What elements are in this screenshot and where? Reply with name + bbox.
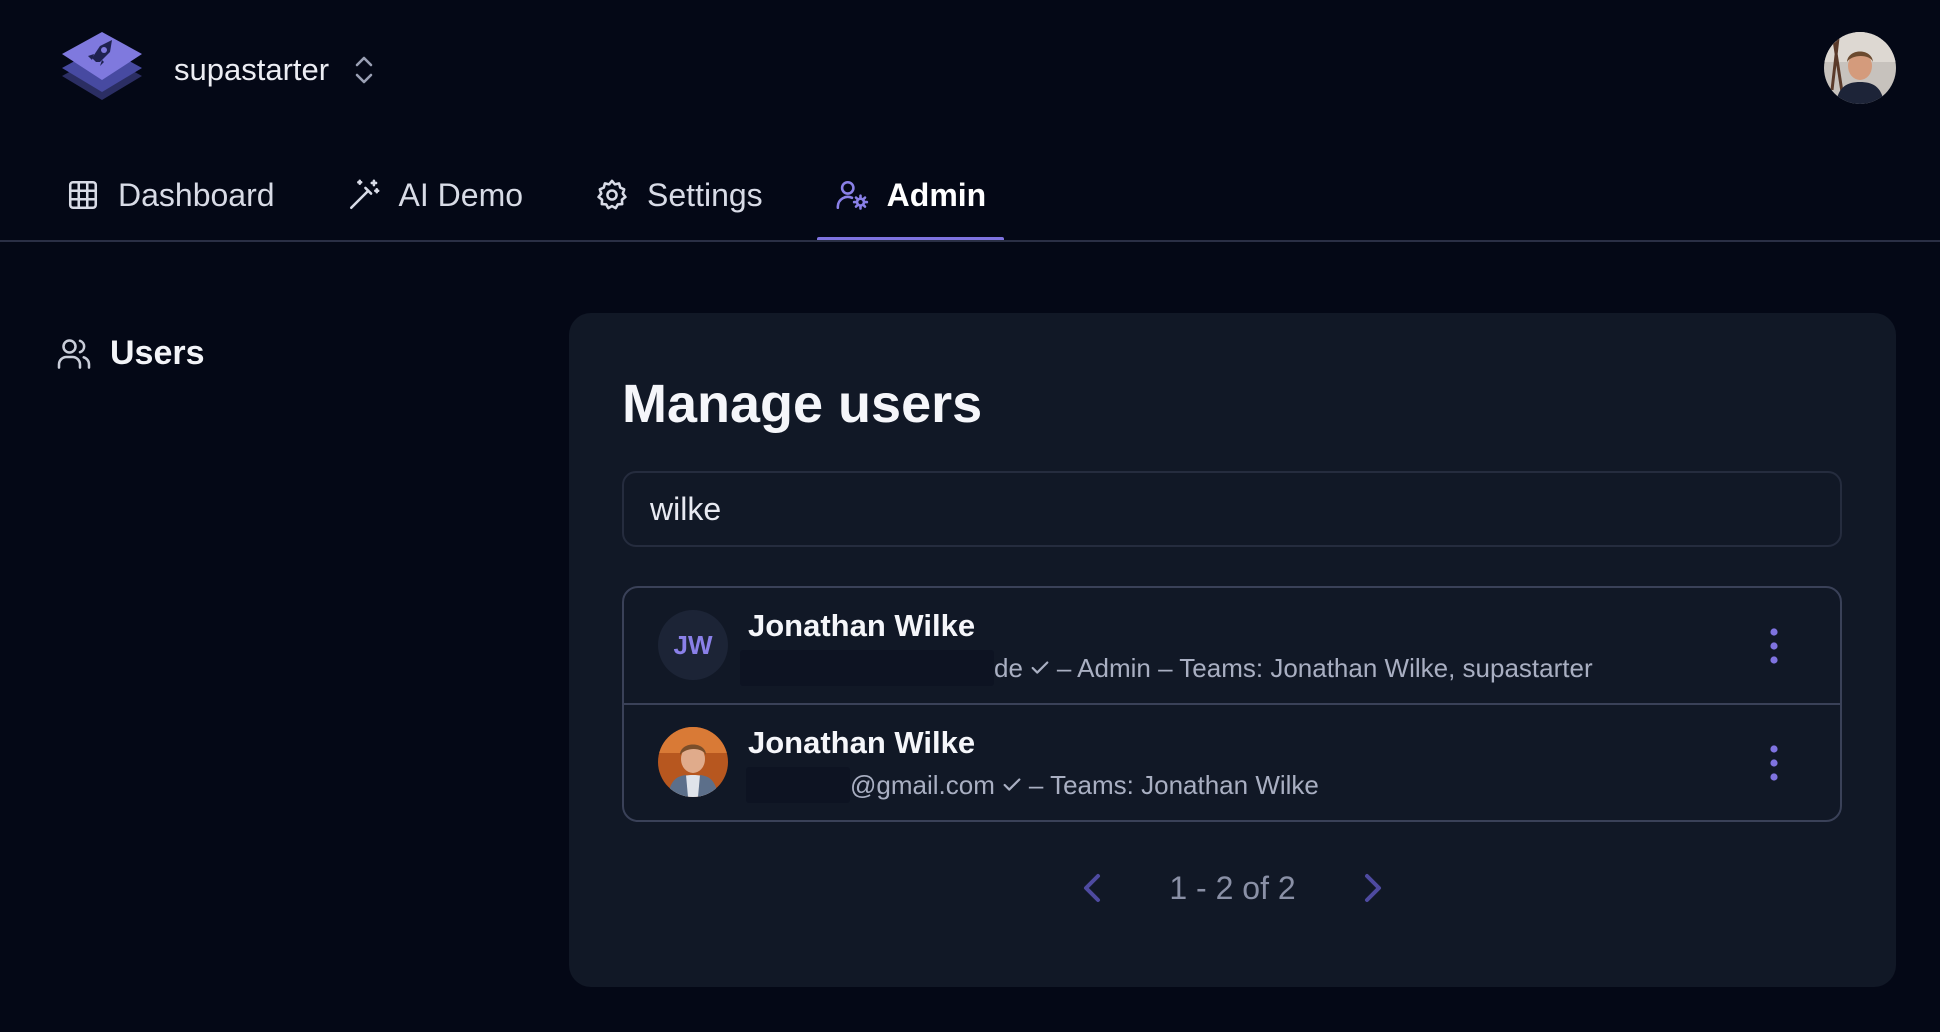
grid-icon [68,180,98,210]
user-meta: de – Admin – Teams: Jonathan Wilke, supa… [740,650,1593,686]
nav-divider [0,240,1940,242]
tab-label: Settings [647,176,763,213]
users-icon [57,338,91,369]
main-nav: Dashboard AI Demo Settings Admin [48,150,1040,242]
sidebar-item-users[interactable]: Users [56,334,205,373]
check-icon [1003,778,1021,791]
user-teams: – Teams: Jonathan Wilke [1028,769,1319,800]
page-title: Manage users [622,374,983,434]
rocket-logo-icon [62,32,142,100]
tab-settings[interactable]: Settings [577,150,781,240]
more-vertical-icon[interactable] [1768,626,1780,666]
tab-ai-demo[interactable]: AI Demo [329,150,541,240]
user-meta: @gmail.com – Teams: Jonathan Wilke [740,767,1319,803]
user-email: @gmail.com [850,769,995,800]
sidebar-item-label: Users [110,334,205,372]
magic-wand-icon [349,179,379,210]
tab-label: Admin [886,176,987,213]
user-name: Jonathan Wilke [748,608,976,643]
redacted-email [740,650,994,686]
admin-sidebar: Users [56,334,205,373]
team-name: supastarter [174,52,330,87]
chevron-left-icon[interactable] [1073,868,1113,908]
search-input[interactable] [622,471,1842,547]
check-icon [1031,661,1049,674]
user-list: JW Jonathan Wilke de – Admin – Teams: Jo… [622,586,1842,822]
tab-admin[interactable]: Admin [816,150,1005,242]
tab-label: AI Demo [398,176,524,213]
user-row: JW Jonathan Wilke de – Admin – Teams: Jo… [624,588,1840,703]
avatar [658,727,728,797]
tab-label: Dashboard [118,176,275,213]
team-switcher[interactable]: supastarter [56,28,377,112]
redacted-email [746,767,850,803]
user-avatar[interactable] [1824,32,1896,104]
pagination-label: 1 - 2 of 2 [1169,869,1296,906]
user-email: de [994,652,1023,683]
avatar: JW [658,610,728,680]
user-role-teams: – Admin – Teams: Jonathan Wilke, supasta… [1056,652,1593,683]
chevron-right-icon[interactable] [1352,868,1392,908]
chevron-up-down-icon [355,56,373,84]
user-cog-icon [836,180,868,210]
more-vertical-icon[interactable] [1768,743,1780,783]
user-name: Jonathan Wilke [748,725,976,760]
manage-users-card: Manage users JW Jonathan Wilke de – Admi… [569,313,1896,987]
pagination: 1 - 2 of 2 [569,868,1896,908]
user-row: Jonathan Wilke @gmail.com – Teams: Jonat… [624,703,1840,820]
tab-dashboard[interactable]: Dashboard [48,150,293,240]
gear-icon [597,179,627,210]
top-header: supastarter Dashboard AI Demo Settings A… [0,0,1940,242]
